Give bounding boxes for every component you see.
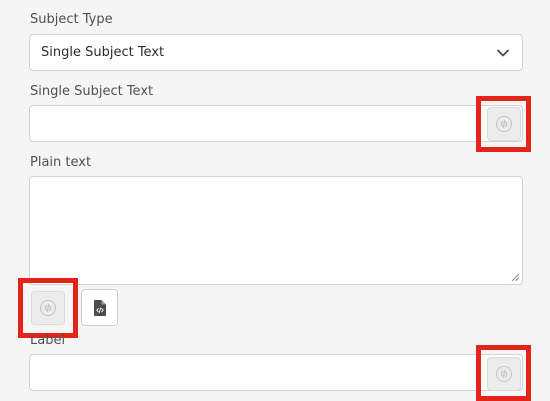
- plain-text-label: Plain text: [30, 155, 92, 170]
- chevron-down-icon: [497, 49, 509, 57]
- subject-type-label: Subject Type: [30, 12, 113, 27]
- file-code-icon: [93, 299, 106, 316]
- highlight-box: [18, 278, 78, 338]
- highlight-box: [476, 345, 531, 401]
- subject-type-value: Single Subject Text: [41, 45, 165, 60]
- single-subject-text-label: Single Subject Text: [30, 84, 154, 99]
- subject-type-select[interactable]: Single Subject Text: [29, 34, 523, 71]
- resize-grip-icon[interactable]: [511, 273, 520, 282]
- single-subject-text-input[interactable]: [29, 105, 523, 142]
- source-edit-button[interactable]: [81, 289, 118, 326]
- label-input[interactable]: [29, 354, 523, 391]
- highlight-box: [476, 96, 531, 152]
- label-field-label: Label: [30, 333, 66, 348]
- plain-text-textarea[interactable]: [29, 176, 523, 285]
